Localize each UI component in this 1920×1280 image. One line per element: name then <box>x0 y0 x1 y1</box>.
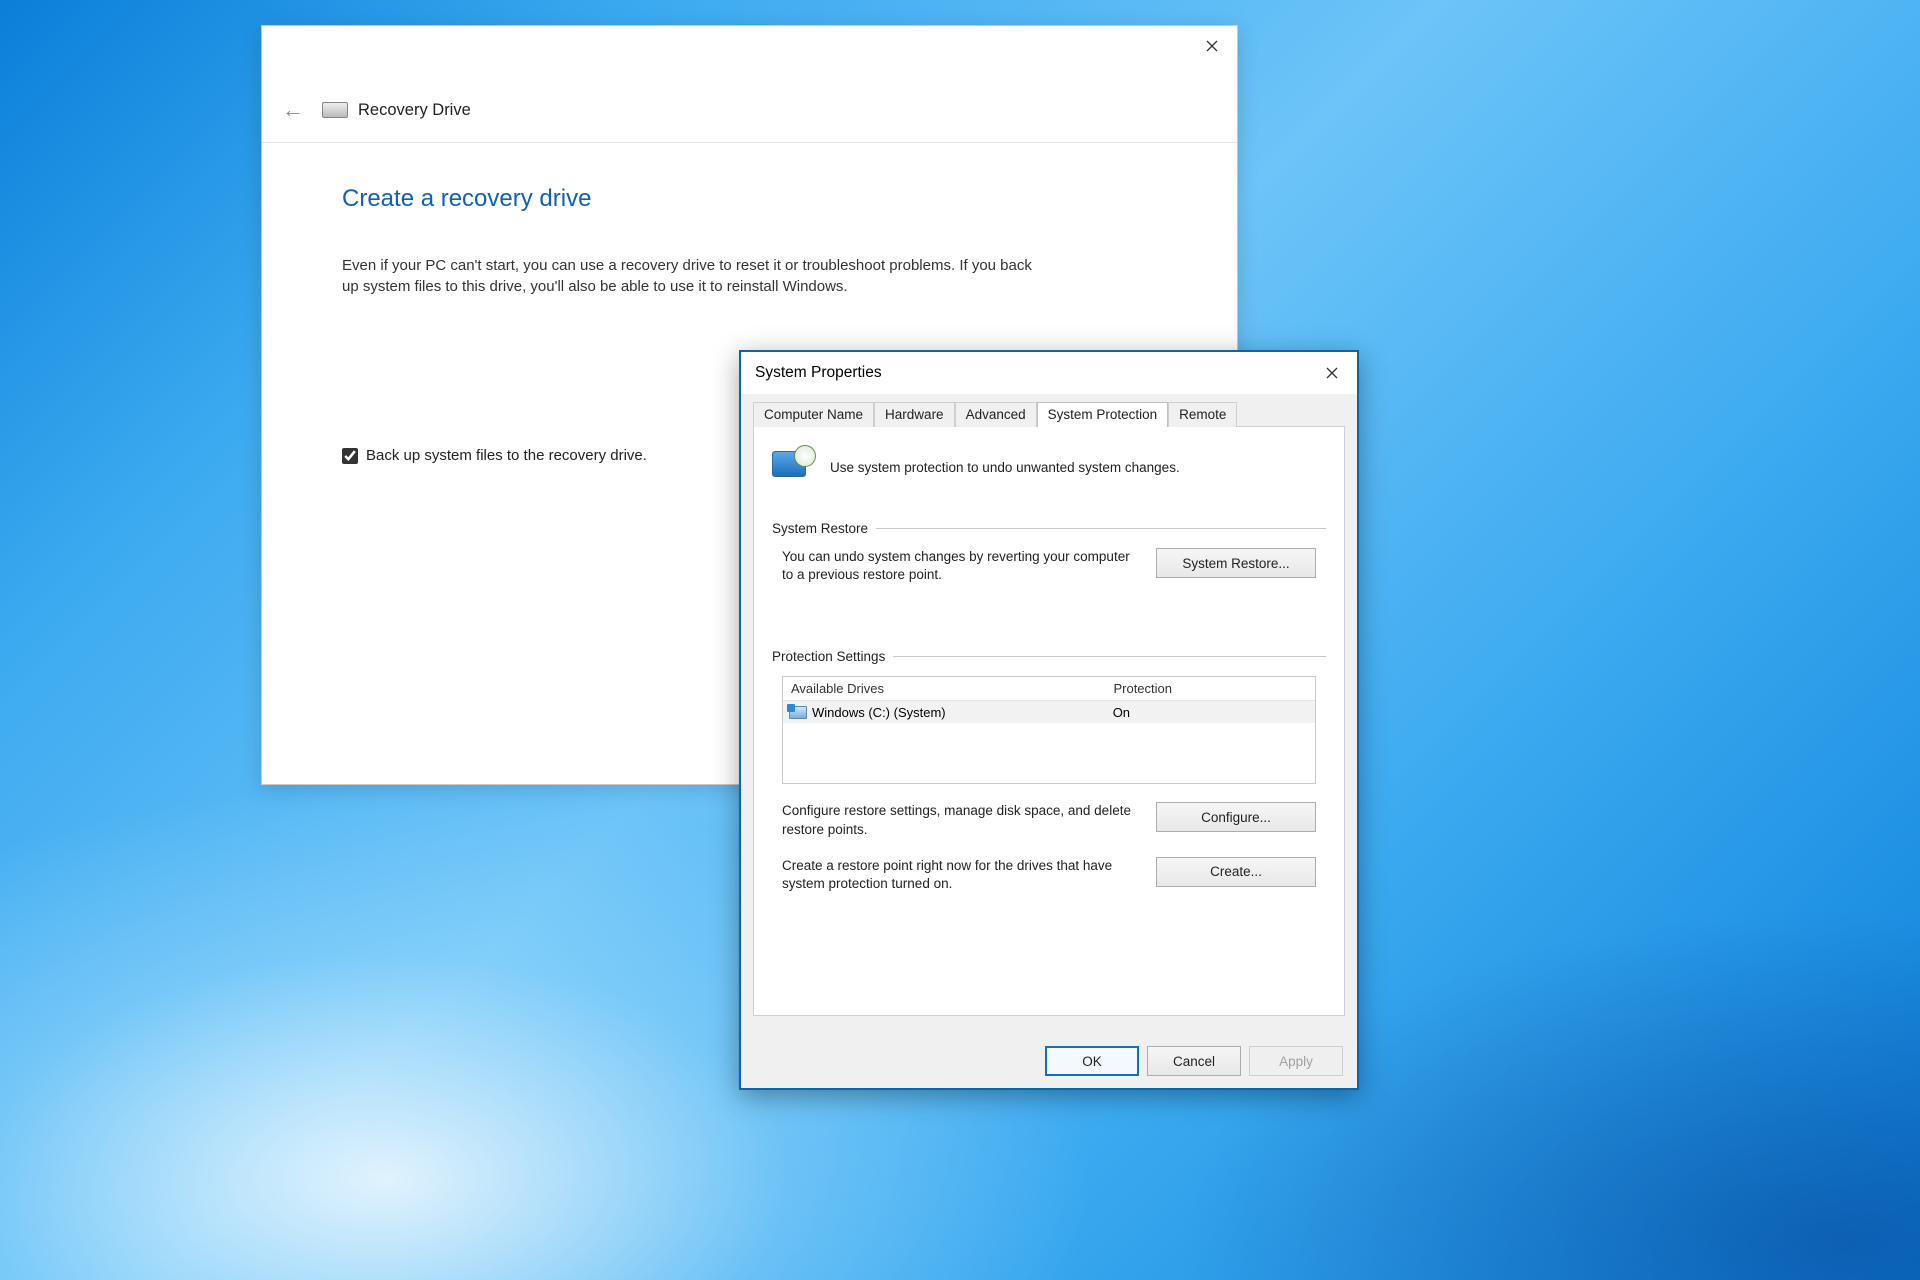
sysprops-titlebar: System Properties <box>741 352 1357 394</box>
drive-protection-status: On <box>1113 705 1315 720</box>
col-available-drives: Available Drives <box>783 681 1113 696</box>
system-restore-label-text: System Restore <box>772 521 868 536</box>
sysprops-title: System Properties <box>755 364 882 382</box>
sysprops-body: Computer Name Hardware Advanced System P… <box>741 394 1357 1088</box>
dialog-buttons: OK Cancel Apply <box>1045 1046 1343 1076</box>
divider <box>893 656 1326 657</box>
close-button[interactable] <box>1307 352 1357 394</box>
table-row[interactable]: Windows (C:) (System) On <box>783 701 1315 723</box>
col-protection: Protection <box>1113 681 1315 696</box>
drives-table-header: Available Drives Protection <box>783 677 1315 701</box>
tabstrip: Computer Name Hardware Advanced System P… <box>753 394 1345 426</box>
close-icon <box>1326 367 1338 379</box>
system-protection-icon <box>772 445 816 489</box>
recovery-header: ← Recovery Drive <box>262 78 1237 143</box>
drive-icon <box>789 706 807 719</box>
recovery-description: Even if your PC can't start, you can use… <box>342 255 1042 297</box>
drive-icon <box>322 102 348 118</box>
create-button[interactable]: Create... <box>1156 857 1316 887</box>
recovery-heading: Create a recovery drive <box>342 185 1157 213</box>
system-restore-button[interactable]: System Restore... <box>1156 548 1316 578</box>
close-button[interactable] <box>1187 26 1237 66</box>
apply-button[interactable]: Apply <box>1249 1046 1343 1076</box>
configure-description: Configure restore settings, manage disk … <box>782 802 1136 838</box>
tab-advanced[interactable]: Advanced <box>955 402 1037 427</box>
system-restore-section: You can undo system changes by reverting… <box>772 548 1326 594</box>
protection-settings-section-label: Protection Settings <box>772 649 1326 664</box>
system-restore-description: You can undo system changes by reverting… <box>782 548 1136 584</box>
backup-checkbox-label: Back up system files to the recovery dri… <box>366 447 647 464</box>
tab-system-protection[interactable]: System Protection <box>1037 402 1169 427</box>
recovery-titlebar <box>262 26 1237 78</box>
tab-hardware[interactable]: Hardware <box>874 402 955 427</box>
protection-settings-section: Available Drives Protection Windows (C:)… <box>772 676 1326 903</box>
close-icon <box>1206 40 1218 52</box>
cancel-button[interactable]: Cancel <box>1147 1046 1241 1076</box>
back-arrow-icon: ← <box>282 97 304 123</box>
backup-checkbox[interactable] <box>342 448 358 464</box>
system-restore-section-label: System Restore <box>772 521 1326 536</box>
protection-settings-label-text: Protection Settings <box>772 649 885 664</box>
protection-intro-text: Use system protection to undo unwanted s… <box>830 460 1180 475</box>
configure-button[interactable]: Configure... <box>1156 802 1316 832</box>
tabpanel-system-protection: Use system protection to undo unwanted s… <box>753 426 1345 1016</box>
recovery-window-title: Recovery Drive <box>358 101 471 120</box>
create-description: Create a restore point right now for the… <box>782 857 1136 893</box>
drive-name: Windows (C:) (System) <box>812 705 946 720</box>
divider <box>876 528 1326 529</box>
protection-intro: Use system protection to undo unwanted s… <box>772 445 1326 489</box>
drives-table: Available Drives Protection Windows (C:)… <box>782 676 1316 784</box>
system-properties-window: System Properties Computer Name Hardware… <box>739 350 1359 1090</box>
tab-computer-name[interactable]: Computer Name <box>753 402 874 427</box>
tab-remote[interactable]: Remote <box>1168 402 1237 427</box>
ok-button[interactable]: OK <box>1045 1046 1139 1076</box>
